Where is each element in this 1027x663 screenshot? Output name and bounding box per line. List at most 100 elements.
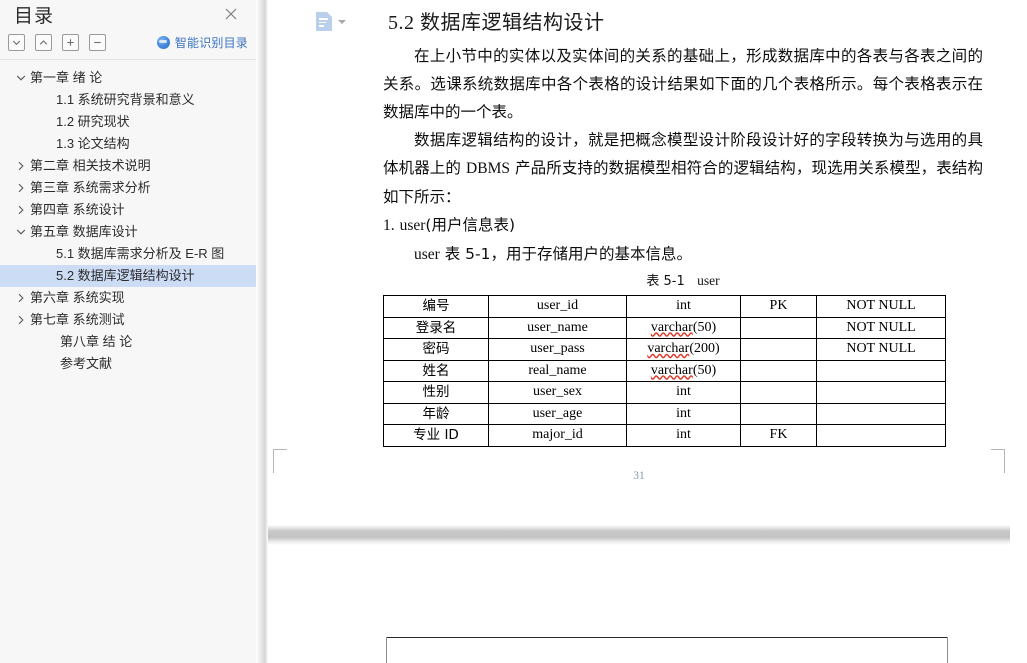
toc-item-label: 第三章 系统需求分析 xyxy=(30,180,151,195)
cell-type: varchar(50) xyxy=(626,359,741,382)
toc-item-1[interactable]: 1.1 系统研究背景和意义 xyxy=(0,89,256,111)
cell-type: int xyxy=(626,295,741,318)
chevron-right-icon[interactable] xyxy=(12,292,30,304)
toc-item-3[interactable]: 1.3 论文结构 xyxy=(0,133,256,155)
cell-nullable: NOT NULL xyxy=(816,338,946,361)
chevron-down-icon[interactable] xyxy=(12,72,30,84)
toc-item-label: 第四章 系统设计 xyxy=(30,202,125,217)
toc-item-label: 5.2 数据库逻辑结构设计 xyxy=(56,268,195,283)
cell-field: user_name xyxy=(488,316,627,339)
cell-key: FK xyxy=(740,424,817,447)
toc-list: 第一章 绪 论 1.1 系统研究背景和意义 1.2 研究现状 1.3 论文结构第二章 … xyxy=(0,60,256,663)
cell-type-length: (50) xyxy=(692,362,717,378)
cell-field: major_id xyxy=(488,424,627,447)
chevron-down-icon[interactable] xyxy=(12,226,30,238)
toc-item-label: 第一章 绪 论 xyxy=(30,70,103,85)
chevron-right-icon[interactable] xyxy=(12,204,30,216)
expand-all-button[interactable] xyxy=(62,33,79,51)
toc-item-label: 第二章 相关技术说明 xyxy=(30,158,151,173)
cell-key: PK xyxy=(740,295,817,318)
cell-nullable xyxy=(816,381,946,404)
list-item-1: 1. user(用户信息表) xyxy=(383,211,983,240)
table-caption: 表 5-1 user xyxy=(383,271,983,292)
list-item-desc: (用户信息表) xyxy=(425,216,515,234)
toc-sidebar: 目录 智能识别目录 第一章 绪 论 1.1 系统研究背景和意义 1.2 研究现状… xyxy=(0,0,268,663)
table-caption-en: user xyxy=(697,273,720,288)
close-icon[interactable] xyxy=(222,5,240,23)
collapse-all-button[interactable] xyxy=(89,33,106,51)
toc-item-12[interactable]: 第八章 结 论 xyxy=(0,331,256,353)
table-row: 专业 ID major_id int FK xyxy=(383,424,946,447)
app-root: 目录 智能识别目录 第一章 绪 论 1.1 系统研究背景和意义 1.2 研究现状… xyxy=(0,0,1027,663)
smart-recognize-toc-button[interactable]: 智能识别目录 xyxy=(156,34,248,51)
toc-item-label: 第八章 结 论 xyxy=(60,334,133,349)
table-row: 登录名 user_name varchar(50) NOT NULL xyxy=(383,316,946,339)
toc-sidebar-inner: 目录 智能识别目录 第一章 绪 论 1.1 系统研究背景和意义 1.2 研究现状… xyxy=(0,0,256,663)
toc-item-5[interactable]: 第三章 系统需求分析 xyxy=(0,177,256,199)
smart-recognize-icon xyxy=(156,35,170,49)
next-page-table-top-border xyxy=(386,636,948,638)
toc-item-13[interactable]: 参考文献 xyxy=(0,353,256,375)
toc-item-label: 1.3 论文结构 xyxy=(56,136,130,151)
cell-type: int xyxy=(626,381,741,404)
document-body: 在上小节中的实体以及实体间的关系的基础上，形成数据库中的各表与各表之间的关系。选… xyxy=(268,42,1010,447)
toc-item-label: 第六章 系统实现 xyxy=(30,290,125,305)
toc-item-2[interactable]: 1.2 研究现状 xyxy=(0,111,256,133)
toc-item-8[interactable]: 5.1 数据库需求分析及 E-R 图 xyxy=(0,243,256,265)
heading-row: 5.2 数据库逻辑结构设计 xyxy=(268,0,1010,42)
toc-item-6[interactable]: 第四章 系统设计 xyxy=(0,199,256,221)
toc-item-10[interactable]: 第六章 系统实现 xyxy=(0,287,256,309)
table-row: 编号 user_id int PK NOT NULL xyxy=(383,295,946,318)
page-footer: 31 xyxy=(268,447,1010,525)
cell-field: user_age xyxy=(488,402,627,425)
toc-item-label: 5.1 数据库需求分析及 E-R 图 xyxy=(56,246,225,261)
table-intro-line: user 表 5-1，用于存储用户的基本信息。 xyxy=(383,240,983,269)
cell-type-length: (200) xyxy=(689,341,720,357)
section-heading: 5.2 数据库逻辑结构设计 xyxy=(388,12,605,34)
cell-nullable: NOT NULL xyxy=(816,295,946,318)
toc-item-9[interactable]: 5.2 数据库逻辑结构设计 xyxy=(0,265,256,287)
collapse-up-button[interactable] xyxy=(35,33,52,51)
cell-label: 年龄 xyxy=(383,402,489,425)
cell-key xyxy=(740,402,817,425)
cell-label: 密码 xyxy=(383,338,489,361)
cell-type-spellcheck: varchar xyxy=(647,341,690,357)
table-row: 密码 user_pass varchar(200) NOT NULL xyxy=(383,338,946,361)
table-intro-text: 表 5-1，用于存储用户的基本信息。 xyxy=(439,245,692,263)
list-item-name: user xyxy=(399,217,426,234)
paragraph-2: 数据库逻辑结构的设计，就是把概念模型设计阶段设计好的字段转换为与选用的具体机器上… xyxy=(383,126,983,211)
cell-label: 性别 xyxy=(383,381,489,404)
table-row: 年龄 user_age int xyxy=(383,402,946,425)
collapse-down-button[interactable] xyxy=(8,33,25,51)
cell-label: 编号 xyxy=(383,295,489,318)
cell-field: user_pass xyxy=(488,338,627,361)
toc-item-7[interactable]: 第五章 数据库设计 xyxy=(0,221,256,243)
toc-item-label: 1.2 研究现状 xyxy=(56,114,130,129)
cell-key xyxy=(740,316,817,339)
table-row: 姓名 real_name varchar(50) xyxy=(383,359,946,382)
cell-nullable xyxy=(816,359,946,382)
user-table-body: 编号 user_id int PK NOT NULL 登录名 user_name varcha… xyxy=(383,295,946,447)
chevron-right-icon[interactable] xyxy=(12,160,30,172)
document-viewport[interactable]: 5.2 数据库逻辑结构设计 在上小节中的实体以及实体间的关系的基础上，形成数据库… xyxy=(268,0,1027,663)
cell-nullable xyxy=(816,424,946,447)
chevron-right-icon[interactable] xyxy=(12,314,30,326)
paragraph-1: 在上小节中的实体以及实体间的关系的基础上，形成数据库中的各表与各表之间的关系。选… xyxy=(383,47,983,121)
toc-toolbar: 智能识别目录 xyxy=(0,28,256,56)
cell-type: varchar(50) xyxy=(626,316,741,339)
cell-key xyxy=(740,338,817,361)
toc-item-4[interactable]: 第二章 相关技术说明 xyxy=(0,155,256,177)
list-item-number: 1. xyxy=(383,217,395,234)
table-caption-cn: 表 5-1 xyxy=(646,274,685,289)
cell-field: user_id xyxy=(488,295,627,318)
toc-item-11[interactable]: 第七章 系统测试 xyxy=(0,309,256,331)
cell-type: int xyxy=(626,424,741,447)
document-style-icon[interactable] xyxy=(316,12,332,31)
cell-key xyxy=(740,381,817,404)
chevron-down-icon[interactable] xyxy=(338,20,346,24)
chevron-right-icon[interactable] xyxy=(12,182,30,194)
document-page-32 xyxy=(268,544,1010,663)
table-intro-name: user xyxy=(414,246,440,263)
toc-item-0[interactable]: 第一章 绪 论 xyxy=(0,67,256,89)
page-separator xyxy=(268,524,1010,545)
